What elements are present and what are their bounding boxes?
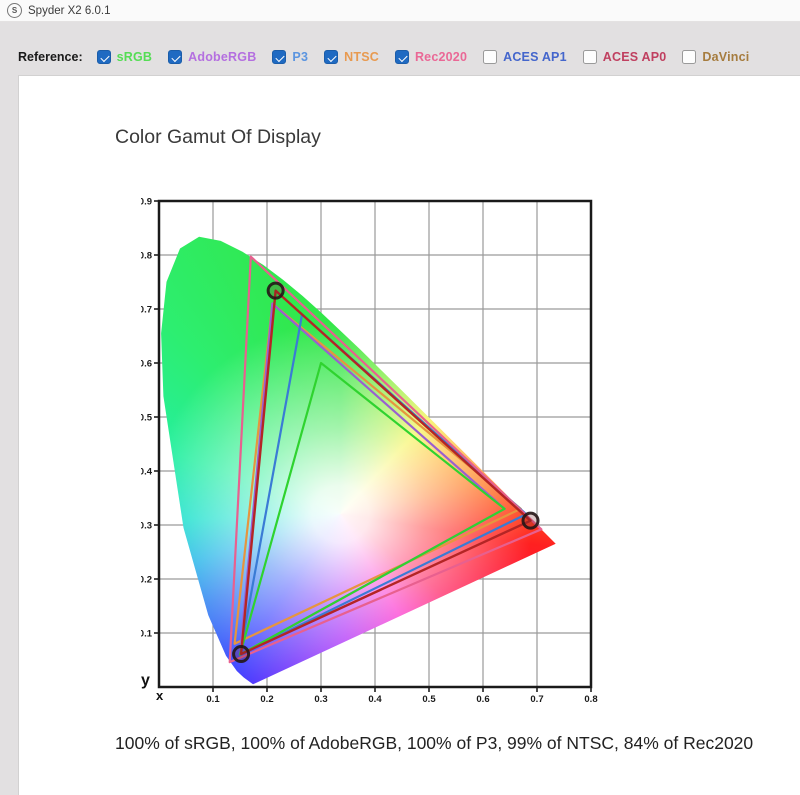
checkbox-label-davinci[interactable]: DaVinci [702,50,749,64]
gamut-triangles-overlay [141,186,621,731]
display-primary-marker-blue [234,647,249,662]
chromaticity-chart: 0.10.20.30.40.50.60.70.80.10.20.30.40.50… [141,186,621,731]
checkbox-label-srgb[interactable]: sRGB [117,50,153,64]
reference-item-srgb[interactable]: sRGB [97,50,153,64]
display-primary-marker-red [523,513,538,528]
checkbox-label-adobergb[interactable]: AdobeRGB [188,50,256,64]
window-titlebar: S Spyder X2 6.0.1 [0,0,800,22]
checkbox-srgb[interactable] [97,50,111,64]
y-axis-label: y [141,672,150,690]
x-axis-label: x [156,688,163,703]
checkbox-aces-ap0[interactable] [583,50,597,64]
reference-item-rec2020[interactable]: Rec2020 [395,50,467,64]
gamut-triangle-srgb [240,363,505,655]
checkbox-label-rec2020[interactable]: Rec2020 [415,50,467,64]
reference-item-adobergb[interactable]: AdobeRGB [168,50,256,64]
spyder-app-icon: S [7,3,22,18]
checkbox-ntsc[interactable] [324,50,338,64]
page-title: Color Gamut Of Display [115,126,321,149]
checkbox-label-aces-ap1[interactable]: ACES AP1 [503,50,567,64]
window-title: Spyder X2 6.0.1 [28,5,110,17]
checkbox-adobergb[interactable] [168,50,182,64]
reference-item-aces-ap1[interactable]: ACES AP1 [483,50,567,64]
display-primary-marker-green [268,283,283,298]
checkbox-label-aces-ap0[interactable]: ACES AP0 [603,50,667,64]
display-gamut-triangle [241,291,530,654]
reference-item-davinci[interactable]: DaVinci [682,50,749,64]
reference-item-p3[interactable]: P3 [272,50,308,64]
checkbox-p3[interactable] [272,50,286,64]
content-panel: Color Gamut Of Display 0.10.20.30.40.50.… [18,75,800,795]
checkbox-aces-ap1[interactable] [483,50,497,64]
checkbox-label-p3[interactable]: P3 [292,50,308,64]
coverage-summary-text: 100% of sRGB, 100% of AdobeRGB, 100% of … [115,731,777,756]
reference-item-ntsc[interactable]: NTSC [324,50,379,64]
reference-item-aces-ap0[interactable]: ACES AP0 [583,50,667,64]
plot-border [159,201,591,687]
reference-caption: Reference: [18,50,83,64]
checkbox-davinci[interactable] [682,50,696,64]
reference-bar: Reference: sRGB AdobeRGB P3 NTSC Rec2020… [18,50,749,64]
checkbox-rec2020[interactable] [395,50,409,64]
checkbox-label-ntsc[interactable]: NTSC [344,50,379,64]
toolbar-band: Reference: sRGB AdobeRGB P3 NTSC Rec2020… [0,22,800,75]
gamut-triangle-p3 [240,314,526,654]
